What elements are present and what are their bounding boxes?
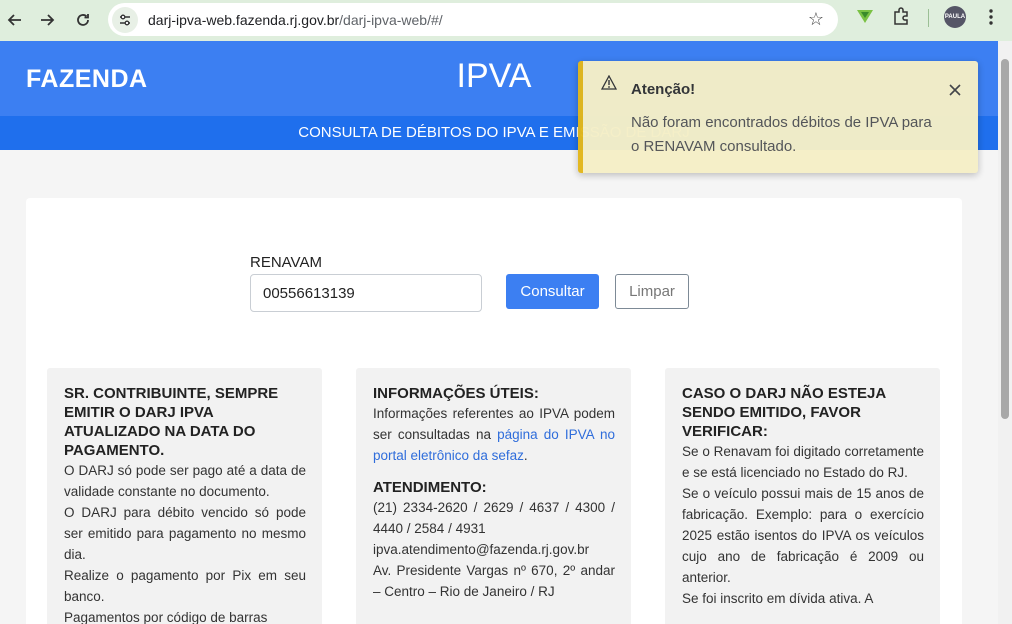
info-paragraph: Se foi inscrito em dívida ativa. A: [682, 591, 874, 606]
address-bar[interactable]: darj-ipva-web.fazenda.rj.gov.br/darj-ipv…: [108, 3, 838, 36]
warning-icon: [600, 74, 618, 94]
browser-toolbar: darj-ipva-web.fazenda.rj.gov.br/darj-ipv…: [0, 0, 1012, 41]
renavam-input[interactable]: [250, 274, 482, 312]
info-text: .: [523, 448, 528, 463]
close-icon[interactable]: [948, 81, 962, 101]
info-paragraph: Informações referentes ao IPVA podem ser…: [373, 403, 615, 466]
bookmark-star-icon[interactable]: ☆: [808, 9, 824, 30]
toast-title: Atenção!: [631, 81, 696, 98]
toolbar-divider: [928, 9, 929, 27]
browser-menu-icon[interactable]: [985, 8, 997, 31]
extensions-puzzle-icon[interactable]: [892, 7, 910, 30]
info-paragraph: O DARJ para débito vencido só pode ser e…: [64, 505, 306, 562]
consultar-button[interactable]: Consultar: [506, 274, 599, 309]
info-paragraph: Se o veículo possui mais de 15 anos de f…: [682, 486, 924, 585]
info-paragraph: O DARJ só pode ser pago até a data de va…: [64, 463, 306, 499]
url-text: darj-ipva-web.fazenda.rj.gov.br/darj-ipv…: [148, 12, 443, 28]
info-box-title: CASO O DARJ NÃO ESTEJA SENDO EMITIDO, FA…: [682, 385, 886, 440]
info-box-title: SR. CONTRIBUINTE, SEMPRE EMITIR O DARJ I…: [64, 385, 279, 459]
reload-icon[interactable]: [68, 5, 98, 35]
forward-icon[interactable]: [32, 5, 62, 35]
info-box-informacoes: INFORMAÇÕES ÚTEIS: Informações referente…: [356, 368, 631, 624]
extension-vpn-icon[interactable]: [856, 7, 874, 30]
toast-message: Não foram encontrados débitos de IPVA pa…: [631, 114, 932, 155]
profile-avatar[interactable]: PAULA: [944, 6, 966, 28]
page-scrollbar[interactable]: [998, 41, 1012, 624]
url-host: darj-ipva-web.fazenda.rj.gov.br: [148, 11, 340, 28]
profile-label: PAULA: [944, 14, 966, 20]
info-paragraph: Realize o pagamento por Pix em seu banco…: [64, 568, 306, 604]
site-info-icon[interactable]: [112, 6, 138, 33]
atendimento-address: Av. Presidente Vargas nº 670, 2º andar –…: [373, 563, 615, 599]
atendimento-email: ipva.atendimento@fazenda.rj.gov.br: [373, 542, 590, 557]
consulta-card: RENAVAM Consultar Limpar SR. CONTRIBUINT…: [26, 198, 962, 624]
atendimento-phones: (21) 2334-2620 / 2629 / 4637 / 4300 / 44…: [373, 500, 615, 536]
warning-toast: Atenção! Não foram encontrados débitos d…: [578, 61, 978, 173]
back-icon[interactable]: [0, 5, 30, 35]
renavam-label: RENAVAM: [250, 254, 322, 271]
info-paragraph: Pagamentos por código de barras: [64, 610, 268, 624]
info-paragraph: Se o Renavam foi digitado corretamente e…: [682, 444, 924, 480]
info-box-verificar: CASO O DARJ NÃO ESTEJA SENDO EMITIDO, FA…: [665, 368, 940, 624]
limpar-button[interactable]: Limpar: [615, 274, 689, 309]
atendimento-title: ATENDIMENTO:: [373, 479, 487, 496]
info-box-title: INFORMAÇÕES ÚTEIS:: [373, 385, 539, 402]
info-box-contribuinte: SR. CONTRIBUINTE, SEMPRE EMITIR O DARJ I…: [47, 368, 322, 624]
url-path: /darj-ipva-web/#/: [339, 11, 443, 28]
scrollbar-thumb[interactable]: [1001, 59, 1009, 419]
